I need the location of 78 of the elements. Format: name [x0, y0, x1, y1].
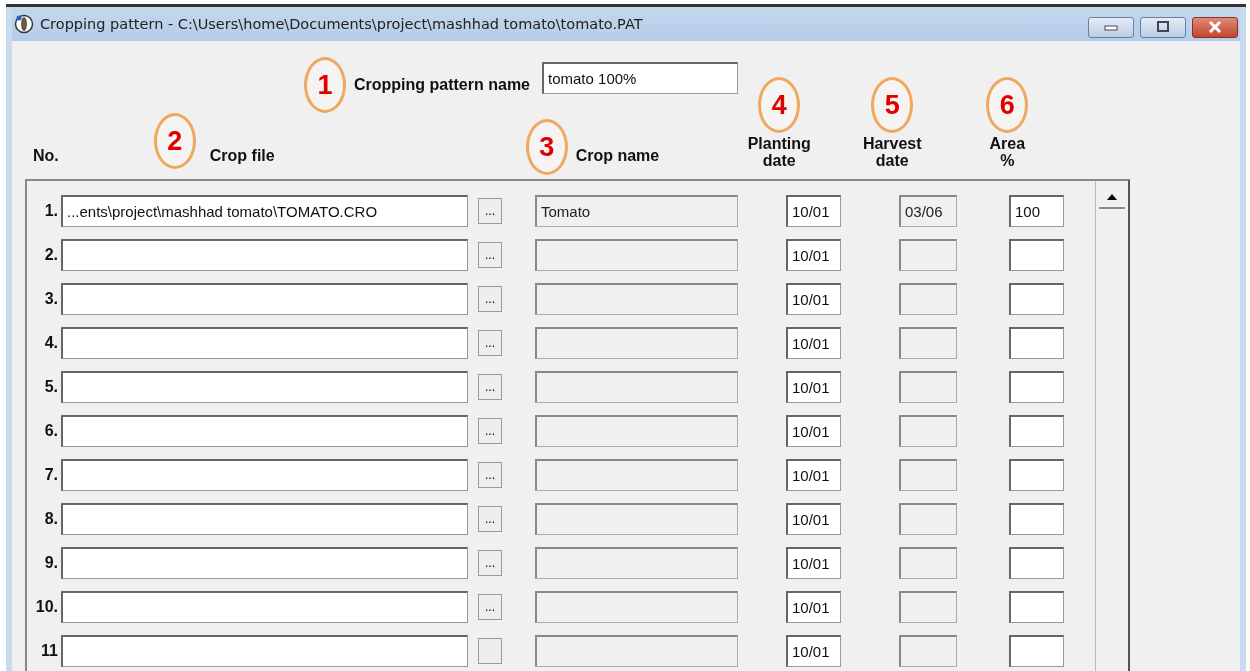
planting-date-field[interactable]: 10/01: [786, 415, 841, 447]
globe-icon: [14, 14, 34, 34]
maximize-icon: [1156, 21, 1170, 33]
planting-date-field[interactable]: 10/01: [786, 591, 841, 623]
browse-button[interactable]: ...: [478, 418, 502, 444]
crop-file-field[interactable]: [61, 283, 468, 315]
planting-date-field[interactable]: 10/01: [786, 547, 841, 579]
crop-file-field[interactable]: [61, 371, 468, 403]
maximize-button[interactable]: [1140, 16, 1186, 38]
area-field[interactable]: [1009, 547, 1064, 579]
browse-button[interactable]: ...: [478, 506, 502, 532]
row-number: 1.: [43, 202, 59, 220]
planting-date-field[interactable]: 10/01: [786, 195, 841, 227]
crop-file-field[interactable]: [61, 591, 468, 623]
area-field[interactable]: [1009, 415, 1064, 447]
column-header: Crop file: [209, 147, 275, 165]
pattern-name-field[interactable]: tomato 100%: [542, 62, 738, 94]
row-number: 9.: [43, 554, 59, 572]
callout-marker: 2: [153, 113, 196, 169]
minimize-button[interactable]: [1088, 16, 1134, 38]
minimize-icon: [1104, 23, 1118, 31]
planting-date-field[interactable]: 10/01: [786, 327, 841, 359]
field-label: Cropping pattern name: [354, 76, 530, 94]
column-header: No.: [33, 147, 59, 165]
callout-marker: 3: [525, 119, 568, 175]
area-field[interactable]: 100: [1009, 195, 1064, 227]
row-number: 5.: [43, 378, 59, 396]
planting-date-field[interactable]: 10/01: [786, 239, 841, 271]
planting-date-field[interactable]: 10/01: [786, 459, 841, 491]
area-field[interactable]: [1009, 459, 1064, 491]
area-field[interactable]: [1009, 371, 1064, 403]
planting-date-field[interactable]: 10/01: [786, 635, 841, 667]
browse-button[interactable]: ...: [478, 594, 502, 620]
crop-file-field[interactable]: [61, 239, 468, 271]
up-arrow-icon: [1107, 194, 1117, 200]
crop-file-field[interactable]: ...ents\project\mashhad tomato\TOMATO.CRO: [61, 195, 468, 227]
callout-marker: 1: [304, 57, 346, 113]
browse-button[interactable]: ...: [478, 242, 502, 268]
area-field[interactable]: [1009, 591, 1064, 623]
row-number: 4.: [43, 334, 59, 352]
column-header: Area %: [988, 135, 1027, 169]
area-field[interactable]: [1009, 283, 1064, 315]
row-number: 10.: [34, 598, 59, 616]
scrollbar[interactable]: [1095, 181, 1128, 671]
browse-button[interactable]: ...: [478, 330, 502, 356]
crop-file-field[interactable]: [61, 547, 468, 579]
planting-date-field[interactable]: 10/01: [786, 283, 841, 315]
row-number: 6.: [43, 422, 59, 440]
area-field[interactable]: [1009, 327, 1064, 359]
close-button[interactable]: [1192, 16, 1238, 38]
planting-date-field[interactable]: 10/01: [786, 371, 841, 403]
column-header: Harvest date: [861, 135, 923, 169]
crop-file-field[interactable]: [61, 503, 468, 535]
window-title: Cropping pattern - C:\Users\home\Documents\project\mashhad tomato\tomato.PAT: [40, 16, 643, 32]
crop-file-field[interactable]: [61, 415, 468, 447]
area-field[interactable]: [1009, 503, 1064, 535]
crop-file-field[interactable]: [61, 459, 468, 491]
close-icon: [1208, 21, 1222, 33]
callout-marker: 5: [871, 77, 914, 133]
browse-button[interactable]: ...: [478, 286, 502, 312]
browse-button[interactable]: ...: [478, 550, 502, 576]
row-number: 2.: [43, 246, 59, 264]
row-number: 7.: [43, 466, 59, 484]
browse-button[interactable]: ...: [478, 462, 502, 488]
column-header: Planting date: [746, 135, 812, 169]
crop-file-field[interactable]: [61, 635, 468, 667]
crop-file-field[interactable]: [61, 327, 468, 359]
callout-marker: 4: [758, 77, 801, 133]
row-number: 3.: [43, 290, 59, 308]
area-field[interactable]: [1009, 239, 1064, 271]
browse-button[interactable]: ...: [478, 198, 502, 224]
area-field[interactable]: [1009, 635, 1064, 667]
row-number: 8.: [43, 510, 59, 528]
callout-marker: 6: [986, 77, 1029, 133]
planting-date-field[interactable]: 10/01: [786, 503, 841, 535]
browse-button[interactable]: ...: [478, 374, 502, 400]
row-number: 11: [40, 642, 59, 660]
column-header: Crop name: [575, 147, 660, 165]
